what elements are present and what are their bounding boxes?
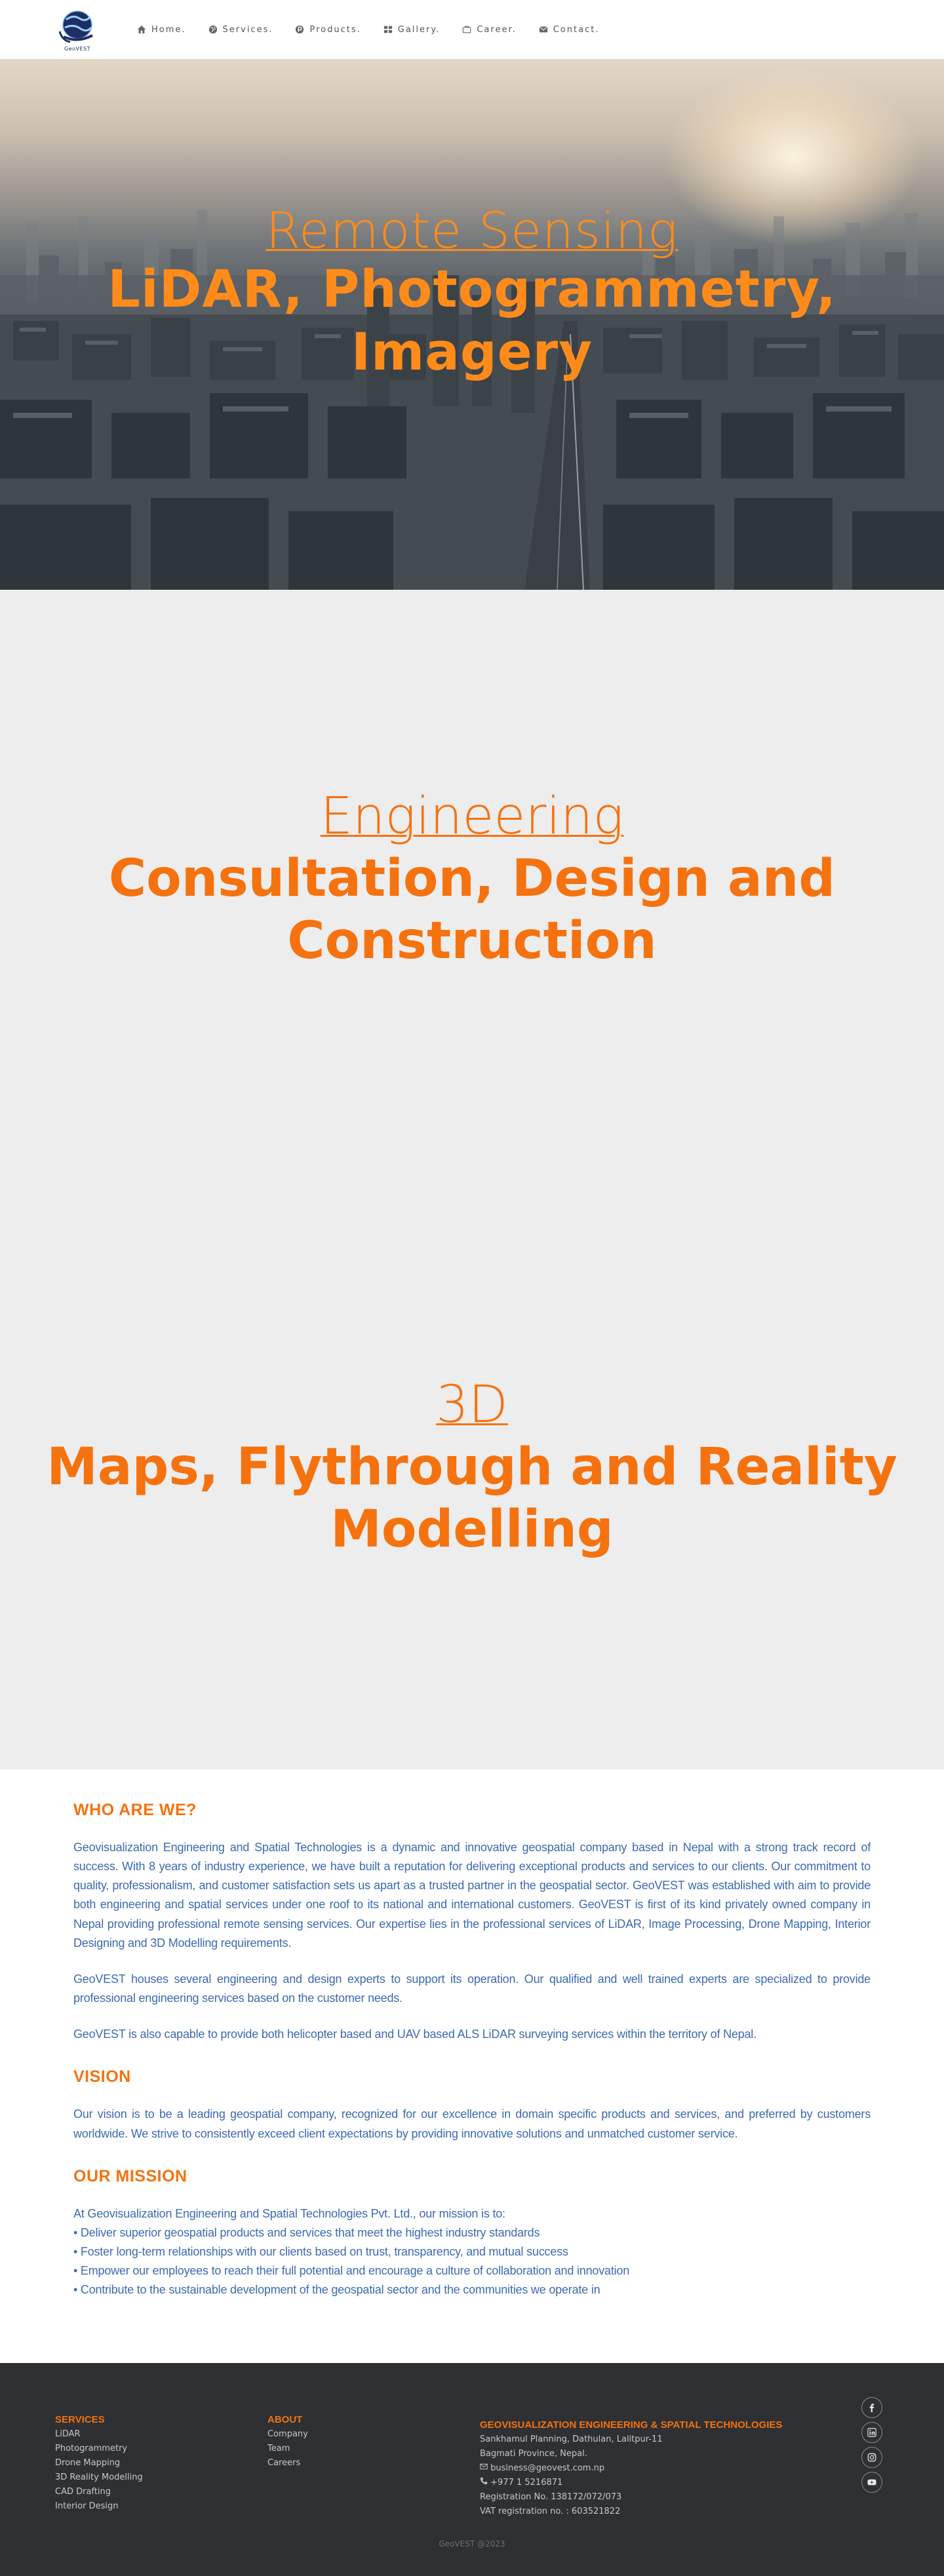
mission-item: • Contribute to the sustainable developm… [73,2283,600,2297]
footer-vat: VAT registration no. : 603521822 [480,2506,621,2516]
envelope-icon [480,2463,488,2469]
phone-icon [480,2477,488,2484]
footer-email-text: business@geovest.com.np [490,2463,605,2473]
hero-title-line2: Imagery [351,322,593,382]
nav-career[interactable]: Career. [451,25,527,35]
logo-text: GeoVEST [64,45,90,52]
vision-heading: VISION [73,2067,131,2086]
nav-contact-label: Contact. [553,24,600,35]
nav-services[interactable]: Services. [197,25,285,35]
mission-item: • Foster long-term relationships with ou… [73,2245,568,2259]
footer-link-drone-mapping[interactable]: Drone Mapping [55,2456,143,2470]
briefcase-icon [462,25,471,34]
footer-about: ABOUT Company Team Careers [267,2414,308,2470]
about-section: WHO ARE WE? Geovisualization Engineering… [0,1769,944,2363]
globe-icon [208,25,218,34]
footer: SERVICES LiDAR Photogrammetry Drone Mapp… [0,2362,944,2576]
who-paragraph-1: Geovisualization Engineering and Spatial… [73,1841,871,1950]
footer-address-line1: Sankhamul Planning, Dathulan, Lalitpur-1… [480,2434,663,2444]
slide-3d-title-line1: Maps, Flythrough and Reality [47,1437,897,1497]
footer-link-photogrammetry[interactable]: Photogrammetry [55,2442,143,2456]
hero-slide: Remote Sensing LiDAR, Photogrammetry, Im… [0,59,944,590]
footer-contact: GEOVISUALIZATION ENGINEERING & SPATIAL T… [480,2414,782,2519]
footer-link-lidar[interactable]: LiDAR [55,2427,143,2442]
footer-address-line2: Bagmati Province, Nepal. [480,2448,587,2459]
footer-registration: Registration No. 138172/072/073 [480,2491,622,2502]
slide-3d-subtitle: 3D [436,1375,508,1434]
who-paragraph-3: GeoVEST is also capable to provide both … [73,2028,757,2041]
globe-logo-icon [58,10,93,43]
youtube-icon[interactable] [861,2471,882,2493]
footer-about-heading: ABOUT [267,2413,303,2425]
slide-engineering: Engineering Consultation, Design and Con… [0,786,944,972]
slide-3d-title-line2: Modelling [330,1499,614,1559]
slide-3d: 3D Maps, Flythrough and Reality Modellin… [0,1375,944,1561]
nav-career-label: Career. [477,24,517,35]
nav-products[interactable]: Products. [284,25,372,35]
footer-link-3d-reality[interactable]: 3D Reality Modelling [55,2470,143,2485]
footer-email[interactable]: business@geovest.com.np [480,2461,782,2476]
services-slides: Engineering Consultation, Design and Con… [0,590,944,1769]
facebook-icon[interactable] [861,2396,882,2418]
mission-item: • Empower our employees to reach their f… [73,2264,630,2278]
footer-company-heading: GEOVISUALIZATION ENGINEERING & SPATIAL T… [480,2419,783,2431]
footer-link-company[interactable]: Company [267,2427,308,2442]
nav-gallery[interactable]: Gallery. [372,25,452,35]
slide-engineering-subtitle: Engineering [320,787,624,846]
logo[interactable]: GeoVEST [55,5,100,54]
home-icon [137,25,146,34]
footer-link-team[interactable]: Team [267,2442,308,2456]
mission-heading: OUR MISSION [73,2166,187,2185]
linkedin-icon[interactable] [861,2421,882,2443]
footer-services-heading: SERVICES [55,2413,105,2425]
who-are-we-heading: WHO ARE WE? [73,1801,197,1819]
nav-services-label: Services. [222,24,273,35]
nav-home[interactable]: Home. [126,25,197,35]
footer-phone[interactable]: +977 1 5216871 [480,2476,782,2490]
hero-title-line1: LiDAR, Photogrammetry, [108,260,836,320]
footer-link-cad[interactable]: CAD Drafting [55,2485,143,2499]
main-nav: Home. Services. Products. Gallery. Caree… [126,25,610,35]
footer-link-careers[interactable]: Careers [267,2456,308,2470]
nav-gallery-label: Gallery. [397,24,441,35]
grid-icon [384,25,393,34]
vision-paragraph: Our vision is to be a leading geospatial… [73,2107,871,2140]
nav-products-label: Products. [309,24,361,35]
product-icon [295,25,304,34]
mission-item: • Deliver superior geospatial products a… [73,2225,540,2239]
nav-home-label: Home. [151,24,186,35]
hero-headline: Remote Sensing LiDAR, Photogrammetry, Im… [0,202,944,384]
envelope-icon [539,25,548,34]
footer-link-interior[interactable]: Interior Design [55,2499,143,2514]
mission-list: At Geovisualization Engineering and Spat… [73,2204,871,2300]
copyright: GeoVEST @2023 [439,2539,505,2548]
nav-contact[interactable]: Contact. [528,25,611,35]
social-links [861,2396,882,2493]
slide-engineering-title-line2: Construction [287,911,657,971]
hero-subtitle: Remote Sensing [266,201,678,260]
instagram-icon[interactable] [861,2446,882,2468]
who-paragraph-2: GeoVEST houses several engineering and d… [73,1972,871,2005]
footer-services: SERVICES LiDAR Photogrammetry Drone Mapp… [55,2414,143,2514]
navbar: GeoVEST Home. Services. Products. Galler… [0,0,944,59]
footer-phone-text: +977 1 5216871 [490,2477,563,2488]
slide-engineering-title-line1: Consultation, Design and [108,849,836,908]
mission-intro: At Geovisualization Engineering and Spat… [73,2206,505,2220]
